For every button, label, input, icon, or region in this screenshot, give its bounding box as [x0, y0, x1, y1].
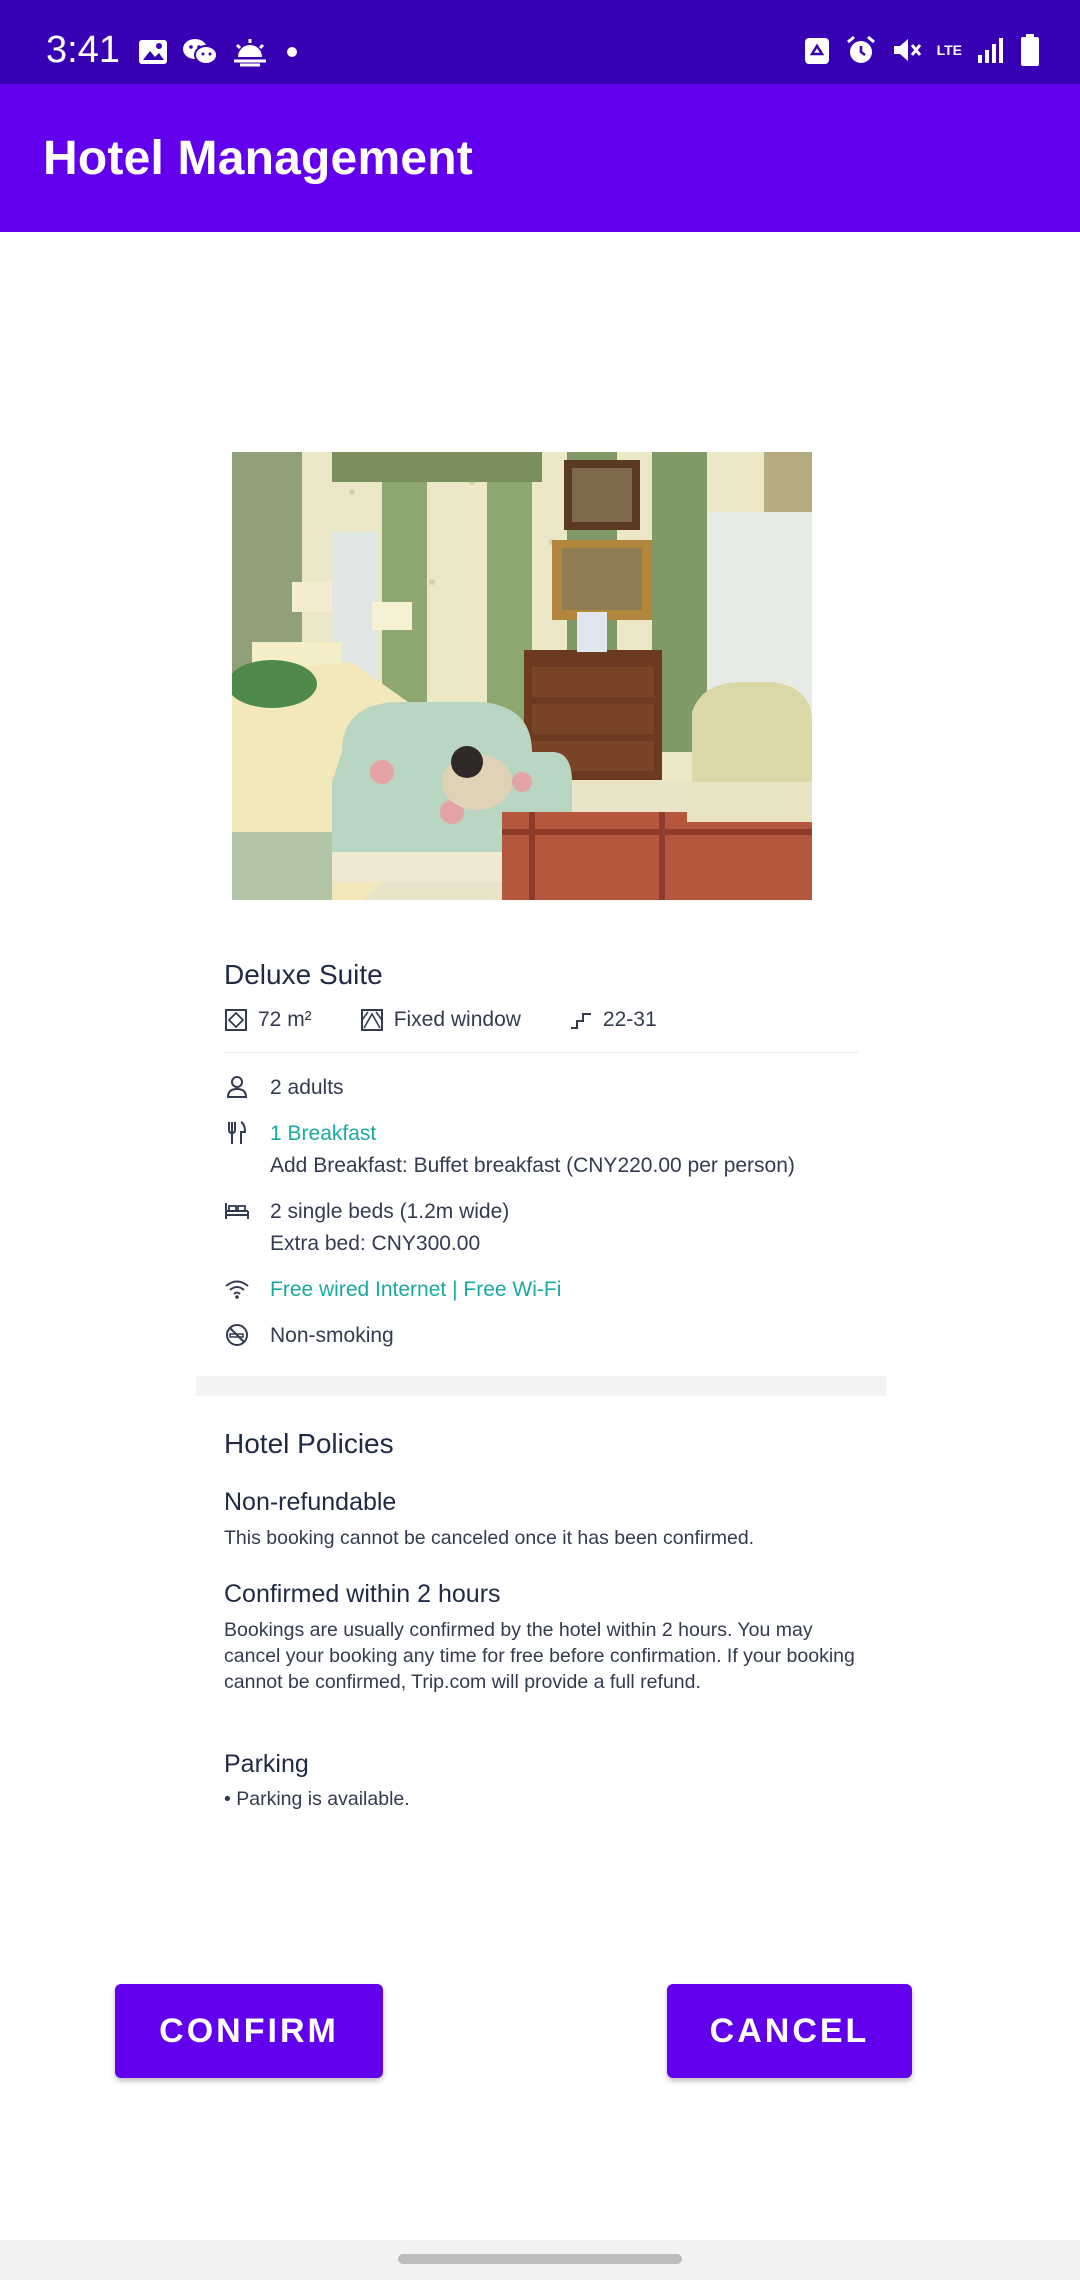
policy-body: Bookings are usually confirmed by the ho… [224, 1619, 855, 1693]
room-window-text: Fixed window [393, 1008, 521, 1031]
cancel-button[interactable]: CANCEL [667, 1984, 912, 2078]
app-title: Hotel Management [43, 132, 473, 185]
wechat-icon [182, 37, 218, 67]
smoking-text: Non-smoking [270, 1324, 394, 1347]
mute-icon [891, 34, 923, 66]
policy-heading: Non-refundable [224, 1488, 397, 1516]
weather-icon [232, 37, 268, 67]
room-meta: 72 m² Fixed window 22-31 [224, 1004, 657, 1036]
room-size-text: 72 m² [258, 1008, 312, 1031]
room-size: 72 m² [224, 1008, 312, 1032]
no-smoking-icon [224, 1320, 250, 1350]
extra-bed-text: Extra bed: CNY300.00 [270, 1232, 481, 1255]
app-bar: Hotel Management [0, 84, 1080, 232]
occupancy-text: 2 adults [270, 1076, 344, 1099]
status-right-icons: LTE [803, 30, 1040, 70]
bed-icon [224, 1196, 250, 1226]
network-type: LTE [936, 42, 962, 58]
confirm-button[interactable]: CONFIRM [115, 1984, 383, 2078]
stairs-icon [569, 1008, 593, 1032]
room-floors-text: 22-31 [602, 1008, 657, 1031]
person-icon [224, 1072, 250, 1102]
status-time: 3:41 [46, 29, 120, 71]
recycle-icon [803, 34, 831, 66]
area-icon [224, 1008, 248, 1032]
policies-title: Hotel Policies [224, 1428, 394, 1459]
battery-icon [1020, 33, 1040, 67]
cutlery-icon [224, 1118, 250, 1148]
policy-body: • Parking is available. [224, 1788, 410, 1810]
amenity-internet: Free wired Internet | Free Wi-Fi [224, 1274, 561, 1306]
amenity-smoking: Non-smoking [224, 1320, 394, 1352]
status-bar: 3:41 LTE [0, 0, 1080, 84]
amenity-breakfast: 1 Breakfast Add Breakfast: Buffet breakf… [224, 1118, 795, 1182]
divider [224, 1052, 858, 1053]
window-icon [360, 1008, 384, 1032]
nav-bar [0, 2240, 1080, 2280]
signal-icon [976, 35, 1006, 65]
policy-heading: Confirmed within 2 hours [224, 1580, 501, 1608]
home-gesture-handle[interactable] [398, 2254, 682, 2264]
alarm-icon [845, 34, 877, 66]
amenity-beds: 2 single beds (1.2m wide) Extra bed: CNY… [224, 1196, 509, 1260]
wifi-icon [224, 1274, 250, 1304]
breakfast-text: 1 Breakfast [270, 1122, 377, 1145]
room-name: Deluxe Suite [224, 959, 383, 990]
breakfast-add-text: Add Breakfast: Buffet breakfast (CNY220.… [270, 1154, 795, 1177]
section-separator [196, 1376, 886, 1396]
internet-text: Free wired Internet | Free Wi-Fi [270, 1278, 562, 1301]
dot-icon [282, 42, 302, 62]
room-photo [232, 452, 812, 900]
status-left-icons [138, 33, 302, 71]
policy-body: This booking cannot be canceled once it … [224, 1527, 755, 1549]
gallery-icon [138, 38, 168, 66]
room-floors: 22-31 [569, 1008, 657, 1032]
room-window: Fixed window [360, 1008, 521, 1032]
beds-text: 2 single beds (1.2m wide) [270, 1200, 510, 1223]
lte-icon: LTE [937, 43, 962, 57]
policy-heading: Parking [224, 1750, 309, 1778]
amenity-occupancy: 2 adults [224, 1072, 344, 1104]
